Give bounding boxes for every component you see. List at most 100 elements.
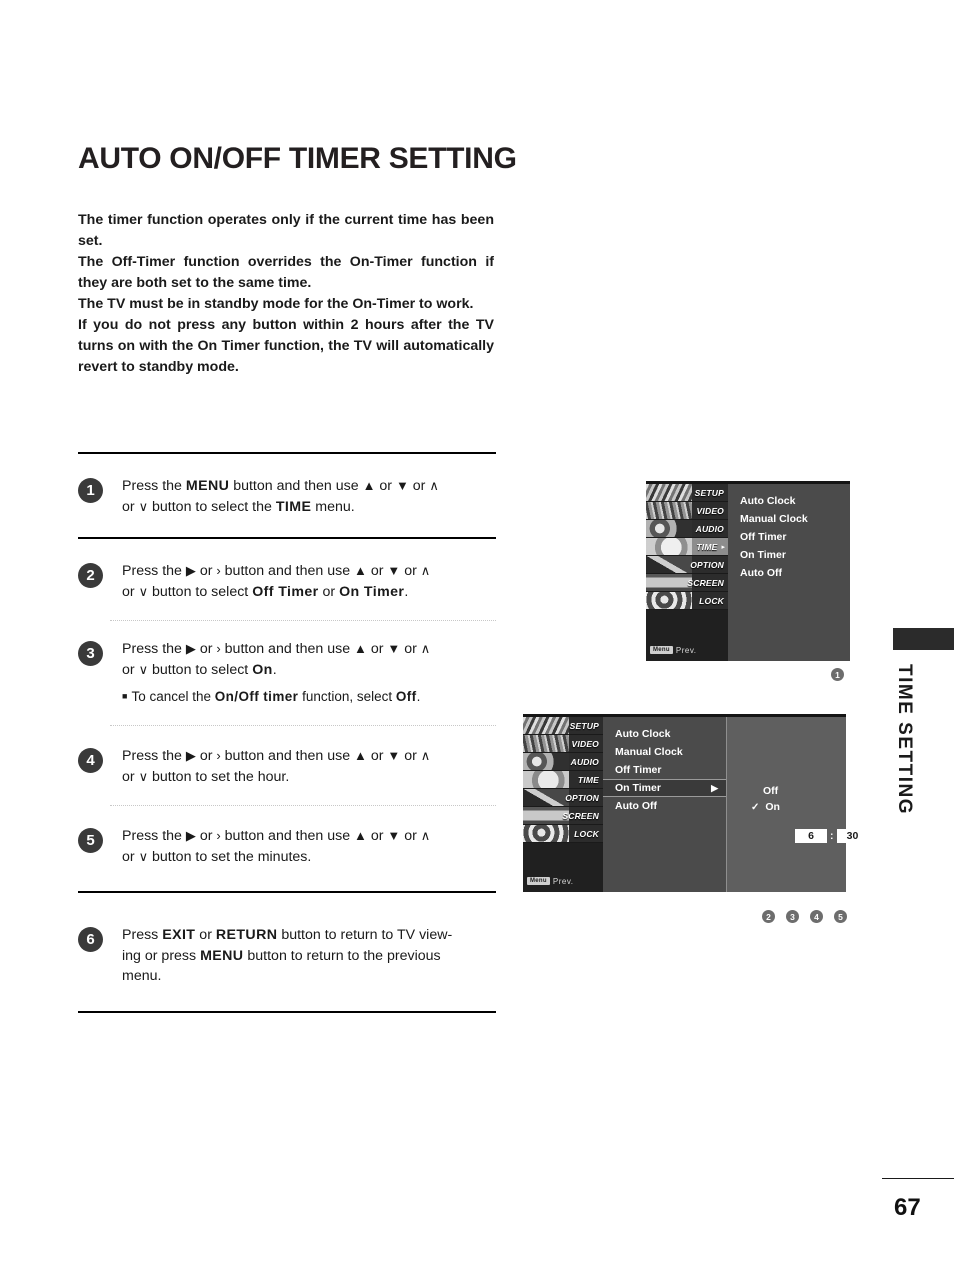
up-arrow-icon: ▲ [354,563,367,578]
s3-l2b: button to select [148,661,253,678]
caret-up-icon: ∧ [420,641,431,656]
osd1-label-time: TIME [696,541,718,552]
caret-down-icon: ∨ [138,848,149,864]
s1-or1: or [375,478,396,494]
osd2-sidebar-item-audio[interactable]: AUDIO [523,753,603,771]
s5-l1c: button and then use [220,828,355,844]
s3-l1c: button and then use [220,641,355,657]
video-thumb-icon [646,502,692,519]
osd2-label-time: TIME [577,774,599,785]
osd2-submenu-off-label: Off [763,785,779,797]
osd1-item-label-auto-off: Auto Off [740,567,782,579]
right-arrow-icon: ▶ [185,641,196,656]
osd2-item-auto-clock[interactable]: Auto Clock [615,725,726,743]
up-arrow-icon: ▲ [362,478,376,493]
option-thumb-icon [646,556,692,573]
audio-thumb-icon [646,520,692,537]
osd1-label-setup: SETUP [694,487,724,498]
osd1-item-label-on-timer: On Timer [740,549,786,561]
s2-l1c: button and then use [220,563,355,579]
s2-or2: or [400,563,421,579]
osd1-sidebar-item-audio[interactable]: AUDIO [646,520,728,538]
s6-l1b: or [195,927,216,943]
osd1-item-manual-clock[interactable]: Manual Clock [740,510,850,528]
osd1-item-on-timer[interactable]: On Timer [740,546,850,564]
osd2-prev-key-badge: Menu [527,877,550,885]
s2-on-timer-key: On Timer [339,583,405,600]
osd2-sidebar-item-lock[interactable]: LOCK [523,825,603,843]
osd2-submenu-option-off[interactable]: Off [763,785,778,797]
osd1-prev-button[interactable]: Menu Prev. [646,639,728,661]
caret-down-icon: ∨ [138,583,149,599]
osd1-item-list: Auto Clock Manual Clock Off Timer On Tim… [728,484,850,661]
down-arrow-icon: ▼ [387,828,401,843]
s4-l1a: Press the [122,748,186,764]
step-4-text: Press the ▶ or › button and then use ▲ o… [122,746,496,787]
caret-up-icon: ∧ [420,563,431,578]
page-title: AUTO ON/OFF TIMER SETTING [78,142,517,175]
osd1-sidebar-item-option[interactable]: OPTION [646,556,728,574]
hour-field[interactable]: 6 [795,829,827,843]
osd2-submenu-on-label: On [765,801,780,813]
step-1: 1 Press the MENU button and then use ▲ o… [78,454,496,537]
osd1-label-video: VIDEO [696,505,724,516]
osd2-time-setter: 6 : 30 AM [795,829,889,843]
down-arrow-icon: ▼ [387,641,401,656]
osd2-sidebar-item-video[interactable]: VIDEO [523,735,603,753]
osd2-label-setup: SETUP [569,720,599,731]
osd2-on-timer-arrow-icon: ▶ [711,783,718,793]
s1-l2a: or [122,498,139,515]
osd2-submenu-option-on[interactable]: ✓ On [751,801,780,813]
osd2-sidebar-item-option[interactable]: OPTION [523,789,603,807]
s1-l1b: button and then use [229,478,363,494]
osd1-sidebar-item-screen[interactable]: SCREEN [646,574,728,592]
step-3-note: ■ To cancel the On/Off timer function, se… [122,686,496,707]
minute-field[interactable]: 30 [836,829,869,843]
s3-or2: or [400,641,421,657]
caret-up-icon: ∧ [420,828,431,843]
s2-l2a: or [122,583,139,600]
osd2-item-label-auto-off: Auto Off [615,800,657,812]
osd1-item-label-manual-clock: Manual Clock [740,513,808,525]
osd1-item-off-timer[interactable]: Off Timer [740,528,850,546]
s5-l2b: button to set the minutes. [148,848,312,865]
s4-or2: or [400,748,421,764]
step-3: 3 Press the ▶ or › button and then use ▲… [78,621,496,686]
osd2-prev-button[interactable]: Menu Prev. [523,870,603,892]
osd2-sidebar-item-time[interactable]: TIME [523,771,603,789]
osd1-main: Auto Clock Manual Clock Off Timer On Tim… [728,484,850,661]
osd2-sidebar-filler [523,843,603,870]
caret-up-icon: ∧ [429,478,439,493]
osd1-sidebar-item-time[interactable]: TIME ▸ [646,538,728,556]
callout-group-bottom: 2 3 4 5 [762,910,847,923]
osd1-sidebar-item-lock[interactable]: LOCK [646,592,728,610]
osd2-item-on-timer[interactable]: On Timer ▶ [603,779,726,797]
callout-dot-3: 3 [786,910,799,923]
footer-rule [882,1178,954,1179]
osd2-sidebar-item-screen[interactable]: SCREEN [523,807,603,825]
callout-dot-5: 5 [834,910,847,923]
osd1-sidebar-item-setup[interactable]: SETUP [646,484,728,502]
osd2-label-screen: SCREEN [562,810,599,821]
osd1-item-auto-clock[interactable]: Auto Clock [740,492,850,510]
intro-paragraph-4: If you do not press any button within 2 … [78,317,494,375]
up-arrow-icon: ▲ [354,748,367,763]
s2-l2b: button to select [148,583,253,600]
osd2-item-manual-clock[interactable]: Manual Clock [615,743,726,761]
s6-l2a: ing or press [122,947,201,964]
side-tab-label: TIME SETTING [894,664,915,815]
osd2-item-auto-off[interactable]: Auto Off [615,797,726,815]
option-thumb-icon [523,789,569,806]
osd2-item-off-timer[interactable]: Off Timer [615,761,726,779]
side-tab-block: TIME SETTING [893,628,954,815]
s6-menu-key: MENU [200,947,244,964]
callout-dot-2: 2 [762,910,775,923]
osd1-sidebar-item-video[interactable]: VIDEO [646,502,728,520]
s1-l1a: Press the [122,478,186,494]
osd2-sidebar-item-setup[interactable]: SETUP [523,717,603,735]
step-badge-6: 6 [78,927,103,952]
step-badge-2: 2 [78,563,103,588]
steps-list: 1 Press the MENU button and then use ▲ o… [78,452,496,1013]
callout-dot-4: 4 [810,910,823,923]
osd1-item-auto-off[interactable]: Auto Off [740,564,850,582]
